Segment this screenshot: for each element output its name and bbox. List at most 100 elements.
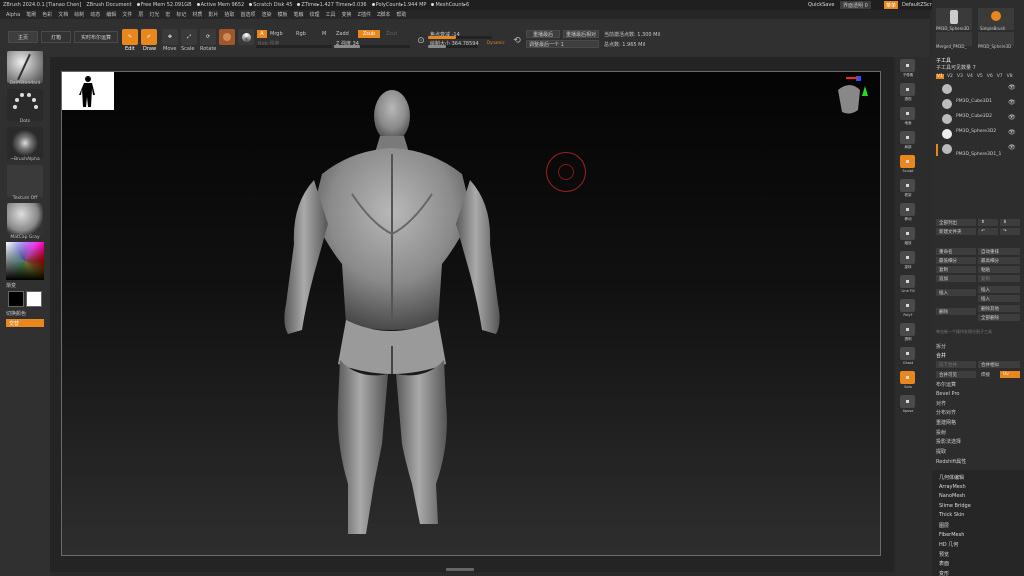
edit-mode-button[interactable]: ✎ [122,29,138,45]
extract-section[interactable]: 提取 [936,448,946,455]
insert-button[interactable]: 插入 [936,289,976,296]
a-toggle[interactable]: A [257,30,267,38]
visibility-eye-icon[interactable]: 👁 [1008,129,1016,136]
menu-16[interactable]: 渲染 [261,11,271,18]
z-intensity-track[interactable] [334,45,410,48]
shelf-button-3[interactable]: ▪ [900,131,915,144]
menu-15[interactable]: 首选项 [240,11,255,18]
orientation-gizmo[interactable] [832,76,868,126]
shelf-button-14[interactable]: ▪ [900,395,915,408]
align-section[interactable]: 对齐 [936,400,946,407]
merge-down-button[interactable]: 向下合并 [936,361,976,368]
geometry-menu-item-6[interactable]: FiberMesh [939,532,964,538]
uv-toggle[interactable]: Uv [1000,371,1020,378]
version-tab-6[interactable]: V7 [996,74,1004,79]
paste-button[interactable]: 粘贴 [978,266,1020,273]
geometry-menu-item-3[interactable]: Slime Bridge [939,503,971,509]
menu-12[interactable]: 材质 [192,11,202,18]
subtool-item-3[interactable]: PM3D_Sphere3D2 👁 [942,127,1016,143]
auto-reorder-button[interactable]: 自动重排 [978,248,1020,255]
shelf-button-9[interactable]: ▪ [900,275,915,288]
menu-17[interactable]: 模板 [277,11,287,18]
zsub-toggle[interactable]: Zsub [358,30,380,38]
menu-23[interactable]: Z脚本 [377,11,390,18]
shelf-button-7[interactable]: ▪ [900,227,915,240]
move-mode-button[interactable]: ✥ [162,29,178,45]
sculpt-model[interactable] [262,84,522,544]
menu-1[interactable]: 笔刷 [26,11,36,18]
live-boolean-button[interactable]: 实时布尔运算 [74,31,118,43]
shelf-button-2[interactable]: ▪ [900,107,915,120]
rgb-intensity-track[interactable] [256,45,332,48]
rotate-mode-button[interactable]: ⟳ [200,29,216,45]
geometry-menu-item-8[interactable]: 预览 [939,551,949,558]
version-tab-2[interactable]: V3 [956,74,964,79]
version-tab-0[interactable]: V1 [936,74,944,79]
scale-mode-button[interactable]: ⤢ [181,29,197,45]
menu-14[interactable]: 拾取 [224,11,234,18]
alternate-button[interactable]: 交替 [6,319,44,327]
subtool-item-4[interactable]: PM3D_Sphere3D1_1 👁 [942,142,1016,158]
subtool-item-0[interactable]: 👁 [942,82,1016,98]
draw-mode-button[interactable]: ✐ [141,29,157,45]
version-tab-4[interactable]: V5 [976,74,984,79]
rebuild-section[interactable]: Redshift属性 [936,458,966,465]
main-color-swatch[interactable] [8,291,24,307]
menu-11[interactable]: 标记 [176,11,186,18]
menu-9[interactable]: 灯光 [149,11,159,18]
version-tab-5[interactable]: V6 [986,74,994,79]
merge-section[interactable]: 合并 [936,352,946,359]
color-picker-button[interactable] [238,29,254,45]
rgb-toggle[interactable]: Rgb [296,31,306,37]
shelf-button-4[interactable]: ▪ [900,155,915,168]
menu-18[interactable]: 笔触 [293,11,303,18]
menu-20[interactable]: 工具 [326,11,336,18]
focal-shift-track[interactable] [428,36,492,39]
bevel-pro-section[interactable]: Bevel Pro [936,391,959,397]
shelf-button-5[interactable]: ▪ [900,179,915,192]
m-toggle[interactable]: M [322,31,326,37]
quicksave-button[interactable]: QuickSave [808,2,834,8]
arrow-up-button[interactable]: ⬆ [978,219,998,226]
insert-button-2[interactable]: 插入 [978,286,1020,293]
shelf-button-6[interactable]: ▪ [900,203,915,216]
shelf-button-12[interactable]: ▪ [900,347,915,360]
geometry-menu-item-4[interactable]: Thick Skin [939,512,964,518]
switch-color-button[interactable]: 切换颜色 [6,310,26,317]
geometry-menu-item-7[interactable]: HD 几何 [939,541,958,548]
geometry-menu-item-5[interactable]: 图层 [939,522,949,529]
zcut-toggle[interactable]: Zcut [386,31,397,37]
menu-19[interactable]: 纹理 [310,11,320,18]
undo-button[interactable]: ↶ [978,228,998,235]
dynamic-toggle[interactable]: Dynamic [487,40,505,45]
texture-thumbnail[interactable] [7,165,43,197]
visibility-eye-icon[interactable]: 👁 [1008,114,1016,121]
draw-size-track[interactable] [428,45,478,48]
alpha-thumbnail[interactable] [7,127,43,159]
color-picker[interactable] [6,242,44,280]
geometry-menu-item-2[interactable]: NanoMesh [939,493,965,499]
list-all-button[interactable]: 全部列出 [936,219,976,226]
adjust-last-slider[interactable]: 调整最后一个 1 [526,40,599,48]
shelf-button-13[interactable]: ▪ [900,371,915,384]
menu-8[interactable]: 层 [138,11,143,18]
stroke-thumbnail[interactable] [7,89,43,121]
geometry-menu-item-1[interactable]: ArrayMesh [939,484,966,490]
viewport-scroll-handle[interactable] [446,568,474,571]
subtool-header[interactable]: 子工具 [936,57,951,64]
menu-4[interactable]: 绘制 [74,11,84,18]
redo-button[interactable]: ↷ [1000,228,1020,235]
new-folder-button[interactable]: 新建文件夹 [936,228,976,235]
boolean-section[interactable]: 布尔运算 [936,381,956,388]
shelf-button-8[interactable]: ▪ [900,251,915,264]
menu-22[interactable]: Z插件 [358,11,371,18]
duplicate-button[interactable]: 复制 [978,275,1020,282]
append-button[interactable]: 追加 [936,275,976,282]
rename-button[interactable]: 重命名 [936,248,976,255]
version-tab-3[interactable]: V4 [966,74,974,79]
menu-21[interactable]: 变换 [342,11,352,18]
delete-button[interactable]: 删除 [936,308,976,315]
merge-visible-button[interactable]: 合并可见 [936,371,976,378]
secondary-color-swatch[interactable] [26,291,42,307]
menu-3[interactable]: 文档 [58,11,68,18]
